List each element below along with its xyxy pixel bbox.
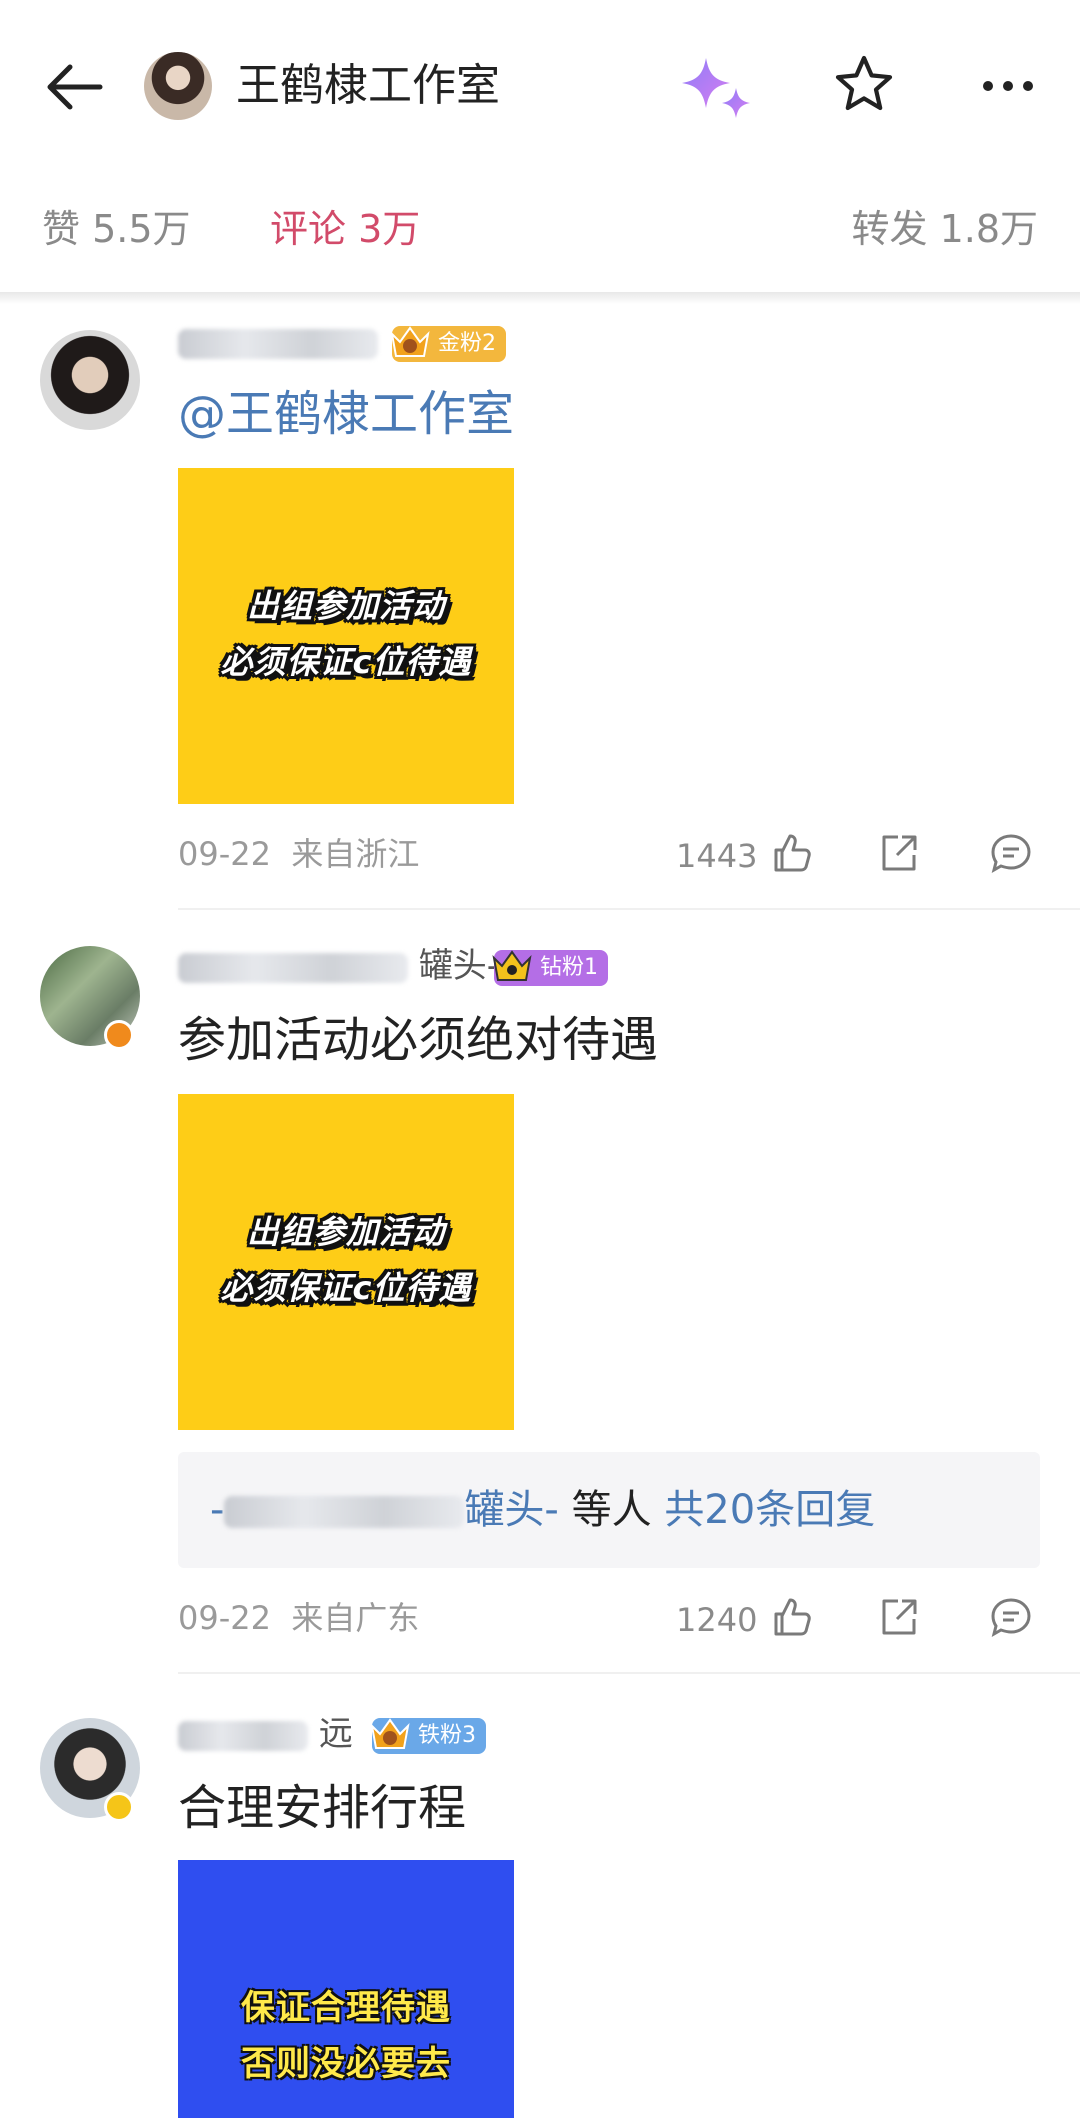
comment-text[interactable]: 合理安排行程 [178,1776,466,1840]
username[interactable] [178,320,378,364]
like-count: 1443 [676,837,758,875]
username-visible: 远 [318,1714,353,1754]
comment-image[interactable]: 保证合理待遇 否则没必要去 [178,1860,514,2118]
fan-badge[interactable]: 钻粉1 [492,950,608,986]
badge-label: 铁粉3 [418,1723,476,1748]
tab-reposts[interactable]: 转发 1.8万 [851,204,1038,254]
reply-middle: 等人 [571,1487,652,1533]
blurred-username [178,1720,308,1751]
comment-image[interactable]: 出组参加活动 必须保证c位待遇 [178,1094,514,1430]
crown-badge-icon [492,950,532,981]
share-icon[interactable] [876,1594,922,1640]
image-text-line: 出组参加活动 [246,587,445,625]
comment-separator [178,908,1080,910]
image-text-line: 保证合理待遇 [241,1988,451,2028]
top-bar: 王鹤棣工作室 [0,0,1080,176]
reply-summary-text[interactable]: - 罐头- 等人 共20条回复 [210,1482,875,1538]
blurred-username [178,328,378,359]
comment-text[interactable]: 参加活动必须绝对待遇 [178,1008,658,1072]
tab-likes[interactable]: 赞 5.5万 [42,204,191,254]
back-arrow-icon[interactable] [40,52,110,122]
page-title[interactable]: 王鹤棣工作室 [236,58,500,114]
image-text-line: 出组参加活动 [246,1213,445,1251]
ai-sparkle-icon[interactable] [680,54,756,120]
comment-item: 远 铁粉3 合理安排行程 保证合理待遇 否则没必要去 [0,1700,1080,2118]
verified-badge-icon [104,1792,134,1822]
account-avatar[interactable] [144,52,212,120]
comment-text[interactable]: @王鹤棣工作室 [178,382,514,446]
comment-item: 罐头- 钻粉1 参加活动必须绝对待遇 出组参加活动 必须保证c位待遇 - 罐头- … [0,930,1080,1670]
favorite-star-icon[interactable] [832,52,896,116]
comment-date: 09-22 [178,1599,271,1637]
verified-badge-icon [104,1020,134,1050]
comment-location: 来自浙江 [291,835,420,873]
comment-separator [178,1672,1080,1674]
badge-label: 钻粉1 [540,955,598,980]
fan-badge[interactable]: 铁粉3 [370,1718,486,1754]
comment-date: 09-22 [178,835,271,873]
more-options-icon[interactable] [976,66,1040,106]
fan-badge[interactable]: 金粉2 [390,326,506,362]
stats-tabs: 赞 5.5万 评论 3万 转发 1.8万 [0,196,1080,266]
like-count: 1240 [676,1601,758,1639]
thumbs-up-icon[interactable] [768,1594,814,1640]
reply-icon[interactable] [988,1594,1034,1640]
image-text-line: 否则没必要去 [241,2044,451,2084]
reply-icon[interactable] [988,830,1034,876]
reply-summary[interactable]: - 罐头- 等人 共20条回复 [178,1452,1040,1568]
share-icon[interactable] [876,830,922,876]
tab-comments[interactable]: 评论 3万 [270,204,420,254]
comment-meta: 09-22 来自广东 [178,1596,419,1640]
username[interactable]: 罐头- [178,944,499,988]
image-text-line: 必须保证c位待遇 [220,643,472,681]
crown-badge-icon [390,326,430,357]
comment-image[interactable]: 出组参加活动 必须保证c位待遇 [178,468,514,804]
blurred-username [224,1496,465,1528]
username[interactable]: 远 [178,1712,353,1756]
badge-label: 金粉2 [438,331,496,356]
blurred-username [178,952,408,983]
image-text-line: 必须保证c位待遇 [220,1269,472,1307]
comment-item: 金粉2 @王鹤棣工作室 出组参加活动 必须保证c位待遇 09-22 来自浙江 1… [0,320,1080,910]
reply-count[interactable]: 共20条回复 [664,1487,875,1533]
header-divider [0,292,1080,304]
reply-user-tail[interactable]: 罐头- [464,1487,558,1533]
thumbs-up-icon[interactable] [768,830,814,876]
crown-badge-icon [370,1718,410,1749]
comment-location: 来自广东 [291,1599,420,1637]
reply-prefix: - [210,1487,225,1533]
avatar[interactable] [40,330,140,430]
comment-meta: 09-22 来自浙江 [178,832,419,876]
